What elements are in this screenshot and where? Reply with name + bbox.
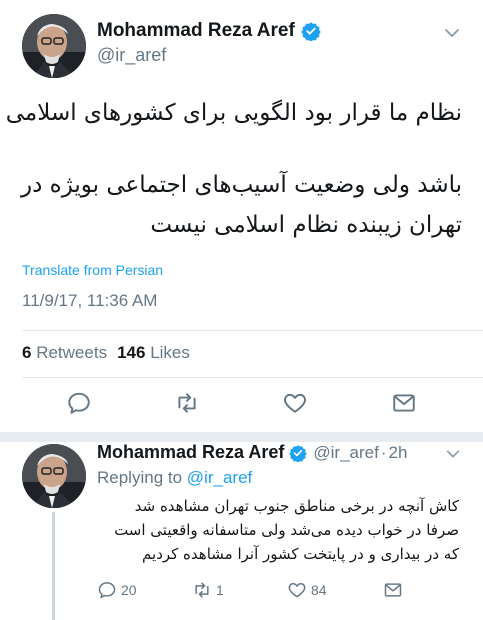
reply-text-line: که در بیداری و در پایتخت کشور آنرا مشاهد… [142,545,459,563]
likes-count: 146 [117,343,146,362]
reply-actions: 20 1 84 [97,580,467,602]
verified-badge-icon [301,21,321,42]
retweets-label: Retweets [36,343,108,362]
message-icon [384,583,402,597]
retweet-count: 1 [216,582,224,598]
retweet-icon[interactable] [174,390,200,416]
divider [22,377,483,378]
tweet-timestamp: 11/9/17, 11:36 AM [22,291,158,310]
tweet-text-line: باشد ولی وضعیت آسیب‌های اجتماعی بویژه در [20,172,462,198]
reply-text-line: کاش آنچه در برخی مناطق جنوب تهران مشاهده… [134,497,459,515]
reply-text-line: صرفا در خواب دیده می‌شد ولی متاسفانه واق… [114,521,459,539]
replying-handle-link[interactable]: @ir_aref [187,468,252,487]
display-name[interactable]: Mohammad Reza Aref [97,20,295,42]
like-count: 84 [311,582,327,598]
retweet-icon [195,582,209,598]
translate-link[interactable]: Translate from Persian [22,262,163,278]
tweet-text-line: نظام ما قرار بود الگویی برای کشورهای اسل… [5,100,462,126]
replying-to: Replying to @ir_aref [97,468,252,488]
avatar[interactable] [22,14,86,78]
tweet-stats: 6 Retweets 146 Likes [22,343,190,363]
reply-tweet[interactable]: Mohammad Reza Aref @ir_aref · 2h Replyin… [0,442,483,620]
reply-icon [98,582,116,599]
message-icon[interactable] [391,390,417,416]
heart-icon [288,583,306,598]
tweet-actions [0,390,483,420]
verified-badge-icon [289,444,308,463]
chevron-down-icon[interactable] [443,24,461,42]
reply-time[interactable]: 2h [389,443,408,463]
reply-action[interactable]: 20 [97,580,137,600]
chevron-down-icon[interactable] [445,446,461,462]
author-handle[interactable]: @ir_aref [313,443,378,463]
section-separator [0,432,483,442]
like-action[interactable]: 84 [287,580,327,600]
avatar[interactable] [22,444,86,508]
retweet-action[interactable]: 1 [192,580,224,600]
divider [22,330,483,331]
message-action[interactable] [383,580,407,600]
author-handle[interactable]: @ir_aref [97,45,166,66]
reply-count: 20 [121,582,137,598]
main-tweet: Mohammad Reza Aref @ir_aref نظام ما قرار… [0,0,483,432]
likes-stat[interactable]: 146 Likes [117,343,190,362]
retweets-count: 6 [22,343,32,362]
avatar-photo [22,444,86,508]
heart-icon[interactable] [282,390,308,416]
reply-icon[interactable] [66,390,92,416]
reply-text: کاش آنچه در برخی مناطق جنوب تهران مشاهده… [97,494,459,566]
author-name-row: Mohammad Reza Aref [97,20,321,42]
reply-header: Mohammad Reza Aref @ir_aref · 2h [97,442,407,463]
display-name[interactable]: Mohammad Reza Aref [97,442,284,463]
thread-line [52,512,55,620]
tweet-text-line: تهران زیبنده نظام اسلامی نیست [150,212,462,238]
avatar-photo [22,14,86,78]
separator-dot: · [380,442,387,462]
likes-label: Likes [150,343,190,362]
retweets-stat[interactable]: 6 Retweets [22,343,107,362]
replying-prefix: Replying to [97,468,183,487]
